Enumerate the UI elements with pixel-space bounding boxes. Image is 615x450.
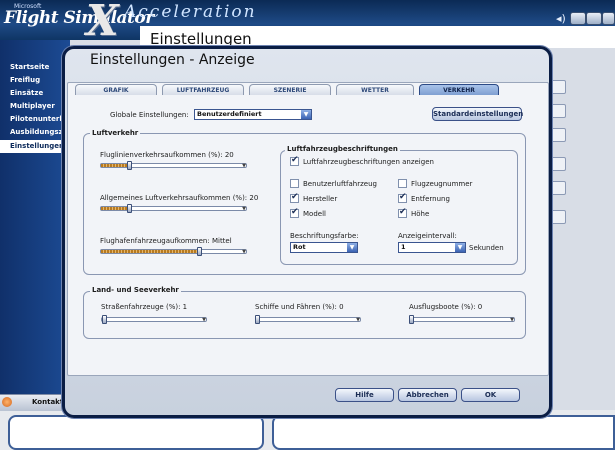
display-interval-label: Anzeigeintervall: bbox=[398, 232, 457, 240]
chevron-down-icon: ▼ bbox=[455, 243, 465, 252]
background-tab-stub bbox=[550, 157, 566, 171]
tab-verkehr[interactable]: VERKEHR bbox=[419, 84, 499, 95]
ok-button[interactable]: OK bbox=[461, 388, 520, 402]
land-sea-group bbox=[83, 291, 526, 339]
logo-edition: Acceleration bbox=[124, 2, 257, 22]
airport-vehicles-label: Flughafenfahrzeugaufkommen: Mittel bbox=[100, 237, 232, 245]
airport-vehicles-slider[interactable]: ▼ bbox=[100, 247, 247, 256]
display-interval-value: 1 bbox=[401, 243, 406, 251]
distance-checkbox[interactable] bbox=[398, 192, 407, 203]
tab-grafik[interactable]: GRAFIK bbox=[75, 84, 157, 95]
tab-wetter[interactable]: WETTER bbox=[336, 84, 414, 95]
manufacturer-checkbox[interactable] bbox=[290, 192, 299, 203]
slider-thumb[interactable] bbox=[409, 315, 414, 324]
background-tab-stub bbox=[550, 181, 566, 195]
tab-szenerie[interactable]: SZENERIE bbox=[249, 84, 331, 95]
sidebar-item-multiplayer[interactable]: Multiplayer bbox=[0, 100, 70, 113]
ships-slider[interactable]: ▼ bbox=[255, 315, 361, 324]
dialog-title: Einstellungen - Anzeige bbox=[90, 52, 255, 68]
global-settings-select[interactable]: Benutzerdefiniert ▼ bbox=[194, 109, 312, 120]
road-vehicles-slider[interactable]: ▼ bbox=[101, 315, 207, 324]
minimize-icon[interactable] bbox=[570, 12, 586, 25]
boats-label: Ausflugsboote (%): 0 bbox=[409, 303, 483, 311]
show-labels-checkbox[interactable] bbox=[290, 155, 299, 166]
defaults-button[interactable]: Standardeinstellungen bbox=[432, 107, 523, 121]
ships-label: Schiffe und Fähren (%): 0 bbox=[255, 303, 344, 311]
sidebar-item-einstellungen[interactable]: Einstellungen bbox=[0, 140, 70, 153]
help-button[interactable]: Hilfe bbox=[335, 388, 394, 402]
background-tab-stub bbox=[550, 128, 566, 142]
background-tab-stub bbox=[550, 80, 566, 94]
label-color-value: Rot bbox=[293, 243, 306, 251]
sidebar: Startseite Freiflug Einsätze Multiplayer… bbox=[0, 40, 70, 410]
general-traffic-label: Allgemeines Luftverkehrsaufkommen (%): 2… bbox=[100, 194, 259, 202]
maximize-icon[interactable] bbox=[586, 12, 602, 25]
global-settings-label: Globale Einstellungen: bbox=[110, 111, 189, 119]
close-icon[interactable] bbox=[602, 12, 615, 25]
logo-x: X bbox=[86, 0, 119, 45]
airline-traffic-label: Fluglinienverkehrsaufkommen (%): 20 bbox=[100, 151, 234, 159]
bottom-panel-right bbox=[272, 415, 615, 450]
sidebar-item-freiflug[interactable]: Freiflug bbox=[0, 74, 70, 87]
global-settings-value: Benutzerdefiniert bbox=[197, 110, 262, 118]
tab-luftfahrzeug[interactable]: LUFTFAHRZEUG bbox=[162, 84, 244, 95]
road-vehicles-label: Straßenfahrzeuge (%): 1 bbox=[101, 303, 188, 311]
slider-thumb[interactable] bbox=[197, 247, 202, 256]
aircraft-labels-title: Luftfahrzeugbeschriftungen bbox=[285, 145, 400, 153]
slider-thumb[interactable] bbox=[102, 315, 107, 324]
airline-traffic-slider[interactable]: ▼ bbox=[100, 161, 247, 170]
background-tab-stub bbox=[550, 210, 566, 224]
label-color-label: Beschriftungsfarbe: bbox=[290, 232, 359, 240]
cancel-button[interactable]: Abbrechen bbox=[398, 388, 457, 402]
slider-thumb[interactable] bbox=[127, 161, 132, 170]
model-label: Modell bbox=[303, 210, 326, 218]
display-interval-select[interactable]: 1 ▼ bbox=[398, 242, 466, 253]
boats-slider[interactable]: ▼ bbox=[409, 315, 515, 324]
air-traffic-title: Luftverkehr bbox=[90, 129, 141, 137]
altitude-label: Höhe bbox=[411, 210, 430, 218]
show-labels-label: Luftfahrzeugbeschriftungen anzeigen bbox=[303, 158, 434, 166]
sidebar-item-einsaetze[interactable]: Einsätze bbox=[0, 87, 70, 100]
flight-number-label: Flugzeugnummer bbox=[411, 180, 473, 188]
manufacturer-label: Hersteller bbox=[303, 195, 338, 203]
sidebar-item-startseite[interactable]: Startseite bbox=[0, 61, 70, 74]
land-sea-title: Land- und Seeverkehr bbox=[90, 286, 181, 294]
interval-unit-label: Sekunden bbox=[469, 244, 504, 252]
chevron-down-icon: ▼ bbox=[301, 110, 311, 119]
slider-thumb[interactable] bbox=[127, 204, 132, 213]
model-checkbox[interactable] bbox=[290, 207, 299, 218]
altitude-checkbox[interactable] bbox=[398, 207, 407, 218]
sidebar-item-ausbildungszentrum[interactable]: Ausbildungsze bbox=[0, 126, 70, 139]
background-tab-stub bbox=[550, 104, 566, 118]
sidebar-item-pilotenunterlagen[interactable]: Pilotenunterlag bbox=[0, 113, 70, 126]
user-aircraft-checkbox[interactable] bbox=[290, 179, 299, 188]
flight-number-checkbox[interactable] bbox=[398, 179, 407, 188]
general-traffic-slider[interactable]: ▼ bbox=[100, 204, 247, 213]
speaker-icon[interactable]: ◂) bbox=[556, 12, 566, 25]
slider-thumb[interactable] bbox=[255, 315, 260, 324]
bottom-panel-left bbox=[8, 415, 264, 450]
user-aircraft-label: Benutzerluftfahrzeug bbox=[303, 180, 377, 188]
label-color-select[interactable]: Rot ▼ bbox=[290, 242, 358, 253]
contacts-icon[interactable] bbox=[2, 397, 12, 407]
distance-label: Entfernung bbox=[411, 195, 450, 203]
chevron-down-icon: ▼ bbox=[347, 243, 357, 252]
